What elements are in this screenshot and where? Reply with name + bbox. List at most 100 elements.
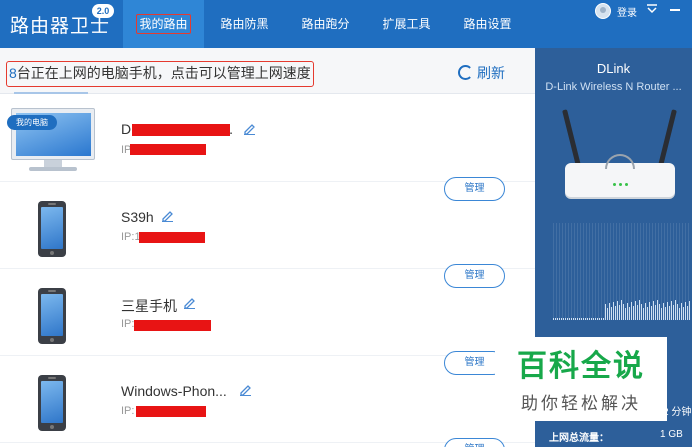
- phone-icon: [38, 201, 66, 257]
- traffic-bar: [627, 303, 628, 320]
- traffic-bar: [655, 305, 656, 320]
- login-link[interactable]: 登录: [617, 4, 637, 19]
- router-name: DLink: [596, 61, 631, 76]
- traffic-bar: [611, 307, 612, 320]
- redaction-mark: [134, 320, 211, 331]
- stat-duration: 2 分钟: [663, 407, 692, 418]
- tab-extension-tools[interactable]: 扩展工具: [366, 0, 447, 48]
- traffic-bar: [683, 307, 684, 320]
- traffic-bar: [599, 318, 600, 320]
- device-name: 三星手机: [121, 298, 177, 314]
- device-ip: IP:: [121, 318, 135, 330]
- traffic-bar: [581, 318, 582, 320]
- traffic-bar: [615, 306, 616, 320]
- tab-my-router-label: 我的路由: [136, 14, 191, 34]
- traffic-bar: [639, 300, 640, 320]
- traffic-bar: [635, 301, 636, 320]
- avatar-icon[interactable]: [595, 3, 611, 19]
- traffic-bar: [673, 305, 674, 320]
- traffic-bar: [583, 318, 584, 320]
- traffic-bar: [567, 318, 568, 320]
- phone-icon: [38, 288, 66, 344]
- manage-button[interactable]: 管理: [444, 438, 505, 447]
- tab-router-security[interactable]: 路由防黑: [204, 0, 285, 48]
- traffic-bar: [569, 318, 570, 320]
- device-row[interactable]: 三星手机 IP: 管理: [0, 269, 535, 375]
- redaction-mark: [139, 232, 205, 243]
- traffic-bar: [667, 302, 668, 320]
- phone-icon: [38, 375, 66, 431]
- traffic-bar: [641, 304, 642, 320]
- total-traffic-value: 1 GB: [660, 429, 683, 440]
- traffic-bar: [675, 300, 676, 320]
- traffic-bar: [677, 304, 678, 320]
- traffic-bar: [597, 318, 598, 320]
- watermark-subtitle: 助你轻松解决: [521, 394, 641, 413]
- traffic-bar: [679, 308, 680, 320]
- traffic-bar: [559, 318, 560, 320]
- traffic-bar: [669, 306, 670, 320]
- device-name: Windows-Phon...: [121, 383, 227, 399]
- traffic-bar: [657, 300, 658, 320]
- device-ip: IP:1: [121, 231, 141, 243]
- tab-my-router[interactable]: 我的路由: [123, 0, 204, 48]
- traffic-bar: [561, 318, 562, 320]
- traffic-bar: [593, 318, 594, 320]
- device-row[interactable]: 我的电脑 D. IP 管理: [0, 95, 535, 201]
- traffic-bar: [595, 318, 596, 320]
- traffic-bar: [653, 301, 654, 320]
- menu-icon[interactable]: [646, 3, 658, 15]
- tab-router-benchmark[interactable]: 路由跑分: [285, 0, 366, 48]
- edit-name-icon[interactable]: [183, 296, 196, 309]
- traffic-bar: [563, 318, 564, 320]
- redaction-mark: [130, 144, 206, 155]
- tab-router-security-label: 路由防黑: [220, 17, 269, 31]
- traffic-bar: [687, 306, 688, 320]
- tab-router-settings[interactable]: 路由设置: [447, 0, 528, 48]
- traffic-bar: [587, 318, 588, 320]
- traffic-bar: [607, 308, 608, 320]
- traffic-bar: [591, 318, 592, 320]
- device-name: S39h: [121, 209, 154, 225]
- traffic-bar: [585, 318, 586, 320]
- edit-name-icon[interactable]: [161, 209, 174, 222]
- traffic-bar: [685, 302, 686, 320]
- traffic-bar: [609, 303, 610, 320]
- traffic-bar: [571, 318, 572, 320]
- traffic-bar: [647, 307, 648, 320]
- refresh-label: 刷新: [477, 65, 505, 81]
- traffic-bar: [645, 303, 646, 320]
- traffic-bar: [565, 318, 566, 320]
- watermark: 百科全说 助你轻松解决: [495, 337, 667, 421]
- traffic-bars: [553, 298, 690, 320]
- traffic-bar: [557, 318, 558, 320]
- traffic-bar: [661, 308, 662, 320]
- traffic-bar: [619, 305, 620, 320]
- refresh-button[interactable]: 刷新: [458, 63, 505, 83]
- traffic-bar: [625, 308, 626, 320]
- traffic-bar: [575, 318, 576, 320]
- list-tab-underline: [14, 92, 88, 94]
- traffic-bar: [553, 318, 554, 320]
- traffic-bar: [589, 318, 590, 320]
- traffic-bar: [643, 308, 644, 320]
- device-row[interactable]: S39h IP:1 管理: [0, 182, 535, 288]
- traffic-bar: [623, 304, 624, 320]
- watermark-title: 百科全说: [517, 350, 645, 383]
- traffic-bar: [689, 301, 690, 320]
- traffic-bar: [633, 306, 634, 320]
- edit-name-icon[interactable]: [243, 122, 256, 135]
- device-ip: IP:: [121, 405, 135, 417]
- traffic-bar: [663, 303, 664, 320]
- edit-name-icon[interactable]: [239, 383, 252, 396]
- traffic-bar: [601, 318, 602, 320]
- traffic-bar: [603, 318, 604, 320]
- traffic-bar: [617, 301, 618, 320]
- minimize-icon[interactable]: [670, 9, 680, 11]
- online-info-text: 台正在上网的电脑手机，点击可以管理上网速度: [16, 65, 311, 81]
- traffic-bar: [681, 303, 682, 320]
- device-row[interactable]: Windows-Phon... IP: 管理: [0, 356, 535, 447]
- traffic-bar: [577, 318, 578, 320]
- traffic-bar: [605, 304, 606, 320]
- traffic-bar: [555, 318, 556, 320]
